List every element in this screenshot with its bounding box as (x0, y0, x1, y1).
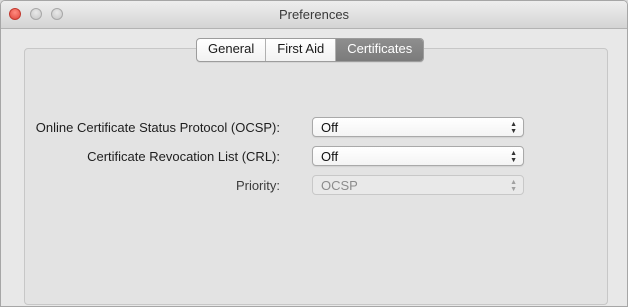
ocsp-label: Online Certificate Status Protocol (OCSP… (35, 120, 280, 135)
select-arrows-icon: ▲ ▼ (510, 150, 517, 164)
ocsp-row: Online Certificate Status Protocol (OCSP… (2, 117, 602, 139)
tab-certificates[interactable]: Certificates (336, 39, 424, 61)
preferences-window: Preferences General First Aid Certificat… (0, 0, 628, 307)
tab-general[interactable]: General (197, 39, 267, 61)
tab-first-aid[interactable]: First Aid (266, 39, 337, 61)
priority-row: Priority: OCSP ▲ ▼ (2, 175, 602, 197)
content-area: General First Aid Certificates Online Ce… (1, 29, 627, 306)
crl-select[interactable]: Off ▲ ▼ (312, 146, 524, 166)
ocsp-select-value: Off (321, 120, 339, 135)
certificates-panel: Online Certificate Status Protocol (OCSP… (24, 48, 608, 305)
crl-label: Certificate Revocation List (CRL): (87, 149, 280, 164)
crl-row: Certificate Revocation List (CRL): Off ▲… (2, 146, 602, 168)
crl-select-value: Off (321, 149, 339, 164)
tab-bar: General First Aid Certificates (196, 38, 425, 62)
priority-select: OCSP ▲ ▼ (312, 175, 524, 195)
window-title: Preferences (278, 7, 350, 22)
priority-select-value: OCSP (321, 178, 358, 193)
title-bar[interactable]: Preferences (1, 1, 627, 29)
priority-label: Priority: (235, 178, 280, 193)
select-arrows-icon: ▲ ▼ (510, 179, 517, 193)
ocsp-select[interactable]: Off ▲ ▼ (312, 117, 524, 137)
select-arrows-icon: ▲ ▼ (510, 121, 517, 135)
